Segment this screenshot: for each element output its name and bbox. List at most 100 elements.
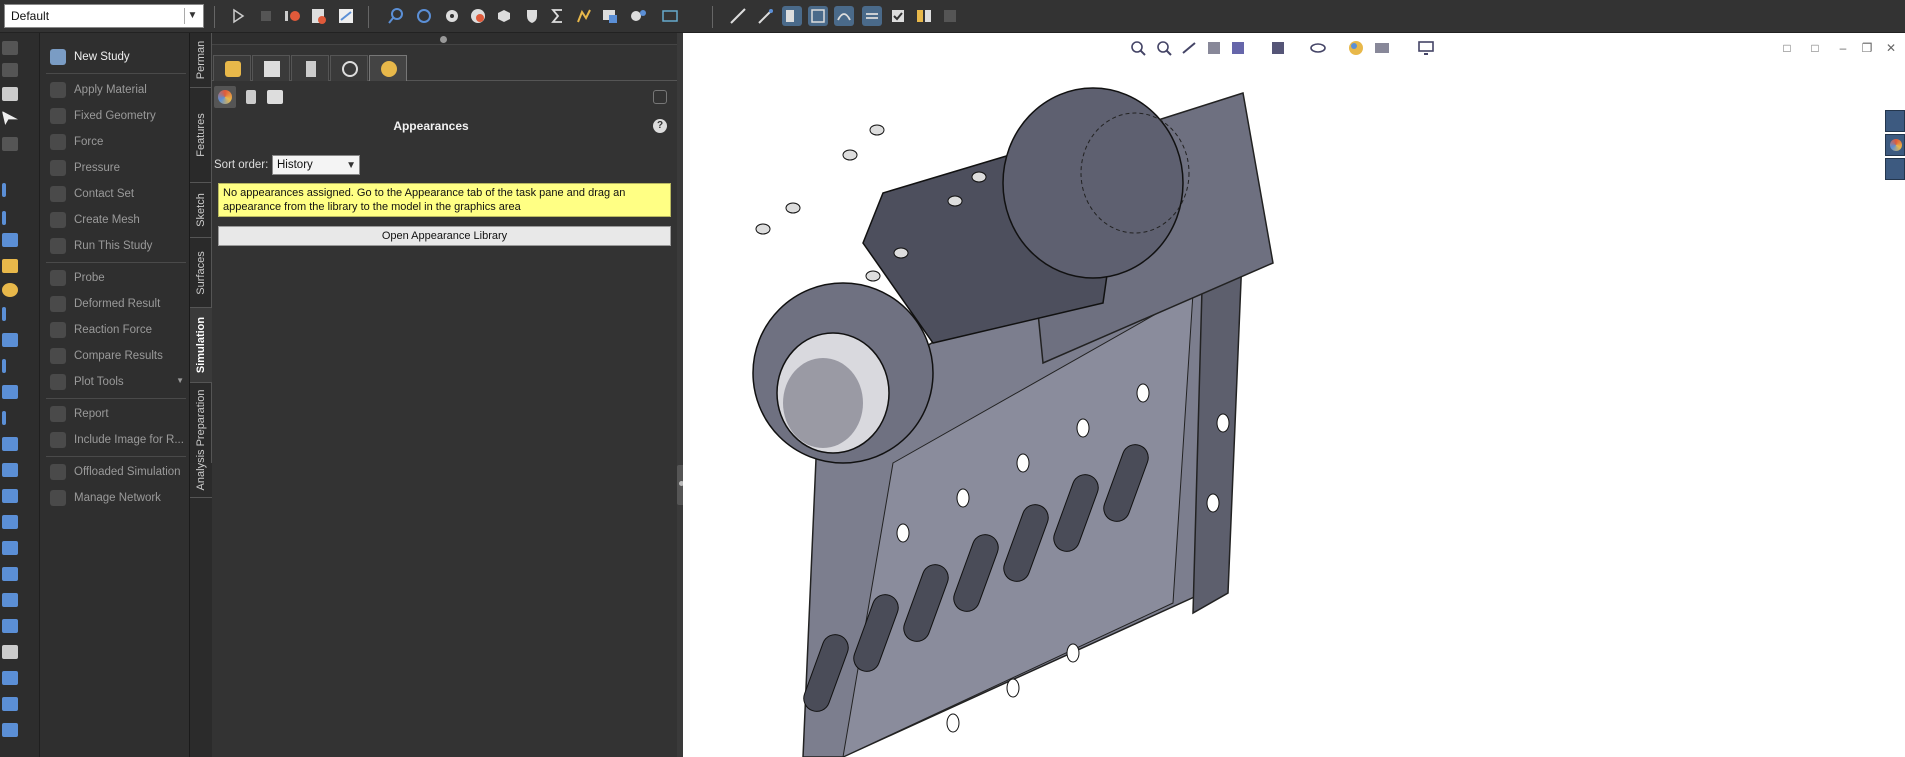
tab-surfaces[interactable]: Surfaces [190, 238, 212, 308]
annotation-icon[interactable] [2, 671, 22, 687]
text-icon[interactable] [2, 645, 22, 661]
search-icon[interactable] [386, 6, 406, 26]
measure-icon[interactable] [728, 6, 748, 26]
configuration-select[interactable]: Default ▼ [4, 4, 204, 28]
settings-icon[interactable] [628, 6, 648, 26]
menu-manage-network[interactable]: Manage Network [40, 487, 190, 509]
bracket-model[interactable] [683, 33, 1905, 757]
tab-feature-manager[interactable] [213, 55, 251, 81]
macro-icon[interactable] [336, 6, 356, 26]
tile-right-icon[interactable]: □ [1807, 40, 1823, 56]
display-style-icon[interactable] [1268, 38, 1288, 58]
previous-view-icon[interactable] [1180, 38, 1200, 58]
edit-appearance-icon[interactable] [1346, 38, 1366, 58]
menu-compare-results[interactable]: Compare Results [40, 345, 190, 367]
tools-icon[interactable] [468, 6, 488, 26]
chart-icon[interactable] [574, 6, 594, 26]
offset-icon[interactable] [2, 411, 22, 427]
display-icon[interactable] [782, 6, 802, 26]
zoom-to-fit-icon[interactable] [1128, 38, 1148, 58]
select-icon[interactable] [2, 87, 22, 103]
menu-report[interactable]: Report [40, 403, 190, 425]
scene-subtab-icon[interactable] [264, 86, 286, 108]
trim-icon[interactable] [2, 437, 22, 453]
tab-dimxpert[interactable] [330, 55, 368, 81]
sigma-icon[interactable] [548, 6, 568, 26]
pane-grip[interactable] [212, 33, 677, 45]
pen-icon[interactable] [756, 6, 776, 26]
extend-icon[interactable] [2, 463, 22, 479]
weld-icon[interactable] [2, 697, 22, 713]
menu-force[interactable]: Force [40, 131, 190, 153]
menu-run-study[interactable]: Run This Study [40, 235, 190, 257]
fit-icon[interactable] [660, 6, 680, 26]
custom-properties-icon[interactable] [1885, 158, 1905, 180]
zebra-icon[interactable] [862, 6, 882, 26]
help-icon[interactable]: ? [653, 119, 667, 133]
close-icon[interactable]: ✕ [1883, 40, 1899, 56]
menu-create-mesh[interactable]: Create Mesh [40, 209, 190, 231]
macro-edit-icon[interactable] [308, 6, 328, 26]
menu-probe[interactable]: Probe [40, 267, 190, 289]
appearance-icon[interactable] [2, 283, 22, 299]
compare-icon[interactable] [914, 6, 934, 26]
line-icon[interactable] [2, 307, 22, 323]
play-icon[interactable] [228, 6, 248, 26]
sweep-icon[interactable] [2, 567, 22, 583]
part-icon[interactable] [494, 6, 514, 26]
section-view-icon[interactable] [1204, 38, 1224, 58]
menu-contact-set[interactable]: Contact Set [40, 183, 190, 205]
section-icon[interactable] [808, 6, 828, 26]
restore-icon[interactable]: ❐ [1859, 40, 1875, 56]
image-icon[interactable] [600, 6, 620, 26]
menu-fixed-geometry[interactable]: Fixed Geometry [40, 105, 190, 127]
dimension-icon[interactable] [2, 183, 22, 199]
hide-show-icon[interactable] [1308, 38, 1328, 58]
assembly-icon[interactable] [2, 541, 22, 557]
check-icon[interactable] [888, 6, 908, 26]
tab-property-manager[interactable] [252, 55, 290, 81]
smart-dimension-icon[interactable] [2, 211, 22, 227]
sheet-icon[interactable] [2, 619, 22, 635]
gear-icon[interactable] [442, 6, 462, 26]
materials-icon[interactable] [2, 259, 22, 275]
options-icon[interactable] [940, 6, 960, 26]
menu-plot-tools[interactable]: Plot Tools ▼ [40, 371, 190, 393]
zoom-area-icon[interactable] [1154, 38, 1174, 58]
menu-reaction-force[interactable]: Reaction Force [40, 319, 190, 341]
record-icon[interactable] [282, 6, 302, 26]
chain-icon[interactable] [2, 515, 22, 531]
pin-icon[interactable] [649, 86, 671, 108]
curvature-icon[interactable] [834, 6, 854, 26]
cursor-icon[interactable] [2, 111, 22, 127]
tab-permanent[interactable]: Perman [190, 33, 212, 88]
tab-sketch[interactable]: Sketch [190, 183, 212, 238]
spline-icon[interactable] [2, 489, 22, 505]
hole-icon[interactable] [2, 41, 22, 57]
arc-icon[interactable] [2, 359, 22, 375]
view-icon[interactable] [2, 233, 22, 249]
view-orientation-icon[interactable] [1228, 38, 1248, 58]
appearance-subtab-icon[interactable] [214, 86, 236, 108]
view-settings-icon[interactable] [1416, 38, 1436, 58]
menu-offloaded-simulation[interactable]: Offloaded Simulation [40, 461, 190, 483]
menu-pressure[interactable]: Pressure [40, 157, 190, 179]
frame-icon[interactable] [2, 593, 22, 609]
decal-subtab-icon[interactable] [240, 86, 262, 108]
tab-configuration-manager[interactable] [291, 55, 329, 81]
tab-analysis-preparation[interactable]: Analysis Preparation [190, 383, 212, 498]
menu-apply-material[interactable]: Apply Material [40, 79, 190, 101]
edit-icon[interactable] [2, 137, 22, 153]
tab-features[interactable]: Features [190, 88, 212, 183]
tab-simulation[interactable]: Simulation [190, 308, 212, 383]
appearances-icon[interactable] [1885, 134, 1905, 156]
minimize-icon[interactable]: – [1835, 40, 1851, 56]
stop-icon[interactable] [256, 6, 276, 26]
menu-include-image[interactable]: Include Image for R... [40, 429, 190, 451]
tab-display-manager[interactable] [369, 55, 407, 81]
menu-deformed-result[interactable]: Deformed Result [40, 293, 190, 315]
fillet-icon[interactable] [2, 63, 22, 79]
mirror-icon[interactable] [2, 385, 22, 401]
home-icon[interactable] [1885, 110, 1905, 132]
chevron-down-icon[interactable]: ▼ [184, 8, 200, 24]
